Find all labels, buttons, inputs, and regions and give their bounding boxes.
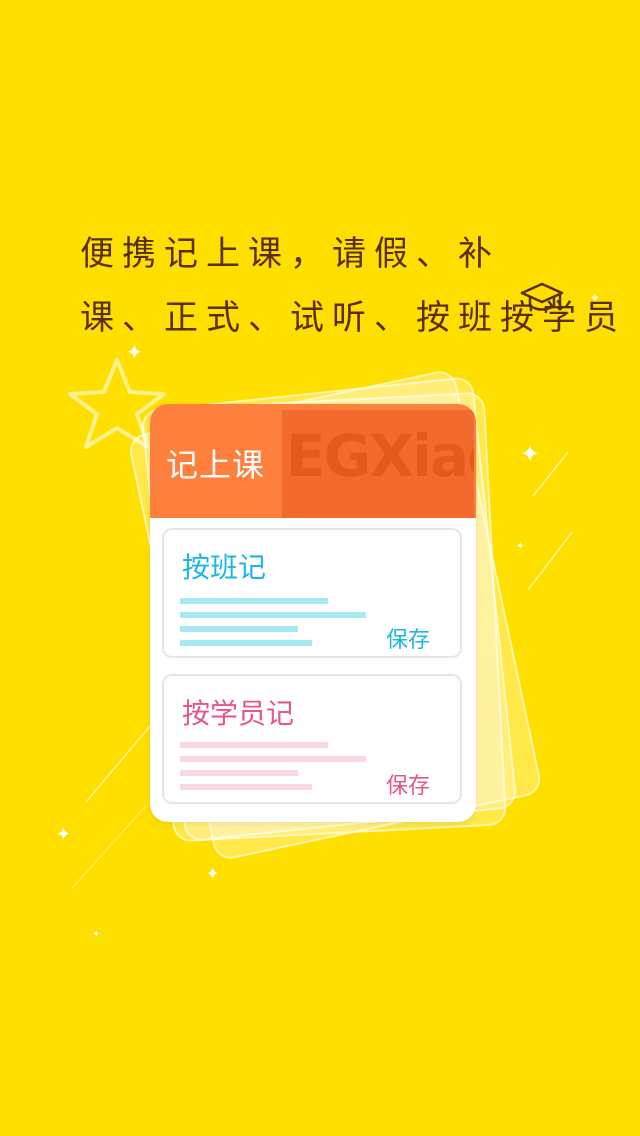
record-by-class-title: 按班记 — [182, 551, 267, 584]
headline-line-1: 便携记上课，请假、补 — [80, 234, 500, 274]
text-placeholder-bar — [180, 742, 328, 748]
text-placeholder-bar — [180, 770, 298, 776]
save-button[interactable]: 保存 — [386, 622, 430, 654]
text-placeholder-bar — [180, 784, 312, 790]
sparkle-icon: ✦ — [206, 864, 220, 883]
record-by-class-option[interactable]: 按班记 保存 — [162, 528, 462, 658]
record-by-student-option[interactable]: 按学员记 保存 — [162, 674, 462, 804]
card-header: EGXiao 记上课 — [150, 404, 476, 518]
sparkle-icon: ✦ — [92, 929, 101, 940]
text-placeholder-bar — [180, 640, 312, 646]
brand-watermark-text: EGXiao — [286, 422, 474, 490]
text-placeholder-bar — [180, 756, 366, 762]
text-placeholder-bar — [180, 612, 366, 618]
text-placeholder-bar — [180, 626, 298, 632]
card-title: 记上课 — [166, 446, 266, 484]
sparkle-icon: ✦ — [56, 824, 72, 845]
brand-watermark: EGXiao — [282, 410, 474, 518]
headline: 便携记上课，请假、补 课、正式、试听、按班按学员 — [80, 222, 626, 350]
graduation-cap-icon — [520, 282, 564, 311]
save-button[interactable]: 保存 — [386, 768, 430, 800]
sparkle-icon: ✦ — [520, 440, 541, 468]
record-class-card: EGXiao 记上课 按班记 保存 按学员记 保存 — [150, 404, 476, 822]
sparkle-icon: ✦ — [516, 541, 525, 552]
text-placeholder-bar — [180, 598, 328, 604]
headline-line-2: 课、正式、试听、按班按学员 — [80, 298, 626, 338]
record-by-student-title: 按学员记 — [182, 697, 295, 730]
